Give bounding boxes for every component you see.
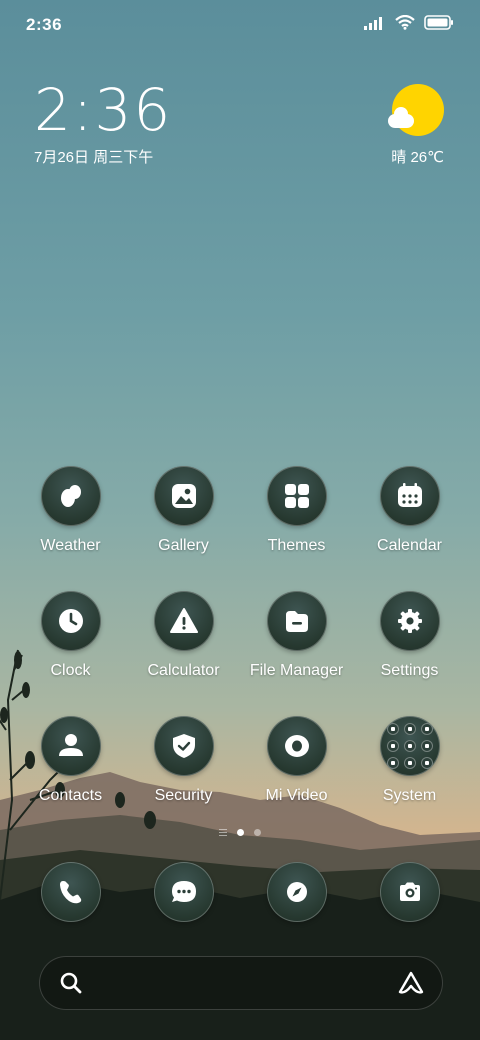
clock-icon — [40, 591, 101, 651]
security-icon — [153, 716, 214, 776]
mini-app-icon — [420, 740, 433, 752]
app-label: Calculator — [147, 662, 220, 679]
mini-app-icon — [403, 740, 416, 752]
signal-icon — [364, 16, 386, 35]
page-dot[interactable] — [254, 829, 261, 836]
app-label: System — [382, 787, 437, 804]
app-weather[interactable]: Weather — [14, 466, 127, 591]
app-calculator[interactable]: Calculator — [127, 591, 240, 716]
mini-app-icon — [386, 757, 399, 769]
app-themes[interactable]: Themes — [240, 466, 353, 591]
browser-icon — [266, 862, 327, 922]
folder-icon — [379, 716, 440, 776]
folder-preview — [386, 723, 433, 769]
mini-app-icon — [420, 723, 433, 735]
widget-time: 2:36 — [34, 76, 173, 144]
assistant-icon[interactable] — [397, 970, 425, 1001]
file-manager-icon — [266, 591, 327, 651]
app-clock[interactable]: Clock — [14, 591, 127, 716]
app-settings[interactable]: Settings — [353, 591, 466, 716]
dock-messages[interactable] — [127, 862, 240, 922]
calendar-icon — [379, 466, 440, 526]
mi-video-icon — [266, 716, 327, 776]
app-label: Weather — [40, 537, 101, 554]
mini-app-icon — [420, 757, 433, 769]
app-file-manager[interactable]: File Manager — [240, 591, 353, 716]
app-mi-video[interactable]: Mi Video — [240, 716, 353, 841]
mini-app-icon — [386, 723, 399, 735]
gallery-icon — [153, 466, 214, 526]
clock-widget[interactable]: 2:36 7月26日 周三下午 — [34, 78, 172, 167]
phone-icon — [40, 862, 101, 922]
cloud-icon — [388, 107, 414, 128]
app-label: Calendar — [377, 537, 442, 554]
dock-browser[interactable] — [240, 862, 353, 922]
status-time: 2:36 — [26, 15, 63, 34]
status-icons — [364, 14, 454, 35]
weather-condition-temp: 晴 26℃ — [391, 149, 444, 166]
camera-icon — [379, 862, 440, 922]
mini-app-icon — [386, 740, 399, 752]
app-label: Themes — [267, 537, 326, 554]
app-row: Clock Calculator File Manager Settings — [14, 591, 466, 716]
app-label: Gallery — [158, 537, 209, 554]
app-contacts[interactable]: Contacts — [14, 716, 127, 841]
page-dot-active[interactable] — [237, 829, 244, 836]
calculator-icon — [153, 591, 214, 651]
app-label: File Manager — [249, 662, 344, 679]
app-system-folder[interactable]: System — [353, 716, 466, 841]
search-bar[interactable] — [39, 956, 443, 1010]
dock-camera[interactable] — [353, 862, 466, 922]
app-security[interactable]: Security — [127, 716, 240, 841]
widget-date: 7月26日 周三下午 — [34, 149, 154, 166]
app-row: Contacts Security Mi Video System — [14, 716, 466, 841]
app-calendar[interactable]: Calendar — [353, 466, 466, 591]
mini-app-icon — [403, 723, 416, 735]
app-row: Weather Gallery Themes Calendar — [14, 466, 466, 591]
settings-icon — [379, 591, 440, 651]
dock-phone[interactable] — [14, 862, 127, 922]
contacts-icon — [40, 716, 101, 776]
themes-icon — [266, 466, 327, 526]
page-indicator[interactable] — [0, 829, 480, 836]
messages-icon — [153, 862, 214, 922]
dock — [14, 862, 466, 922]
search-icon[interactable] — [59, 971, 83, 1000]
app-label: Security — [154, 787, 213, 804]
page-list-icon[interactable] — [219, 829, 227, 836]
app-label: Contacts — [38, 787, 103, 804]
weather-icon — [40, 466, 101, 526]
status-bar: 2:36 — [0, 0, 480, 50]
app-grid: Weather Gallery Themes Calendar Clock Ca… — [14, 466, 466, 841]
wifi-icon — [395, 14, 415, 35]
app-label: Clock — [50, 662, 91, 679]
mini-app-icon — [403, 757, 416, 769]
app-label: Mi Video — [265, 787, 328, 804]
battery-icon — [424, 15, 454, 35]
app-label: Settings — [380, 662, 439, 679]
app-gallery[interactable]: Gallery — [127, 466, 240, 591]
